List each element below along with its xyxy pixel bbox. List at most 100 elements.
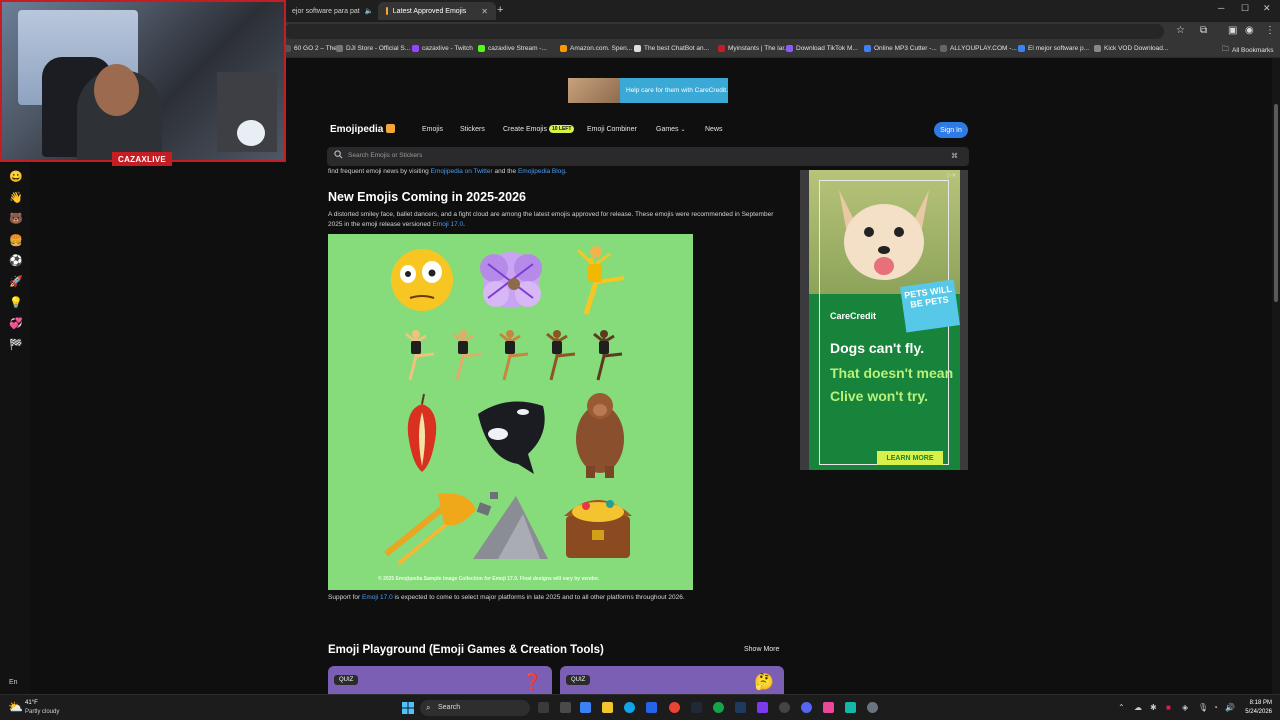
bookmark-label: El mejor software p... <box>1028 45 1090 52</box>
xbox-icon[interactable] <box>713 702 724 713</box>
bookmark-item[interactable]: Download TikTok M... <box>786 45 858 52</box>
trombone-emoji-icon <box>384 493 476 566</box>
taskbar-clock[interactable]: 8:18 PM <box>1240 700 1272 706</box>
bookmark-label: Amazon.com. Spen... <box>570 45 633 52</box>
chrome-icon[interactable] <box>669 702 680 713</box>
profile-icon[interactable]: ◉ <box>1245 25 1254 36</box>
wifi-icon[interactable]: ◔ <box>1213 703 1218 712</box>
learn-more-button[interactable]: LEARN MORE <box>877 451 943 465</box>
close-tab-icon[interactable]: ✕ <box>481 7 488 16</box>
preview-caption: © 2025 Emojipedia Sample Image Collectio… <box>378 576 600 582</box>
discord-icon[interactable] <box>801 702 812 713</box>
flags-category-icon[interactable]: 🏁 <box>9 338 23 351</box>
smileys-category-icon[interactable]: 😀 <box>9 170 23 183</box>
adchoices-icon[interactable]: ▷✕ <box>947 172 957 179</box>
people-category-icon[interactable]: 👋 <box>9 191 23 204</box>
bookmark-item[interactable]: The best ChatBot an... <box>634 45 709 52</box>
nav-news[interactable]: News <box>705 126 723 133</box>
nav-emojis[interactable]: Emojis <box>422 126 443 133</box>
site-logo[interactable]: Emojipedia <box>330 124 396 135</box>
animals-category-icon[interactable]: 🐻 <box>9 212 23 225</box>
blog-link[interactable]: Emojipedia Blog <box>518 168 565 175</box>
app-icon[interactable] <box>691 702 702 713</box>
settings-icon[interactable] <box>867 702 878 713</box>
top-banner-ad[interactable]: Help care for them with CareCredit. <box>568 78 728 103</box>
search-keyboard-icon[interactable]: ⌘ <box>951 152 958 160</box>
new-emojis-preview-image[interactable] <box>328 234 693 590</box>
bluetooth-icon[interactable]: ✱ <box>1150 703 1157 712</box>
treasure-chest-emoji-icon <box>564 500 632 558</box>
taskbar-search[interactable] <box>420 700 530 716</box>
address-bar[interactable] <box>284 24 1164 39</box>
app-icon[interactable] <box>757 702 768 713</box>
bookmark-item[interactable]: Amazon.com. Spen... <box>560 45 632 52</box>
bookmark-item[interactable]: ALLYOUPLAY.COM -... <box>940 45 1017 52</box>
bookmark-item[interactable]: DJI Store - Official S... <box>336 45 410 52</box>
app-icon[interactable] <box>560 702 571 713</box>
nav-emoji-combiner[interactable]: Emoji Combiner <box>587 126 637 133</box>
app-icon[interactable] <box>580 702 591 713</box>
twitter-link[interactable]: Emojipedia on Twitter <box>431 168 493 175</box>
file-explorer-icon[interactable] <box>602 702 613 713</box>
taskbar-date[interactable]: 5/24/2026 <box>1232 709 1272 715</box>
emoji-search-bar[interactable] <box>327 147 969 166</box>
emoji-17-support-link[interactable]: Emoji 17.0 <box>362 594 393 601</box>
app-icon[interactable] <box>845 702 856 713</box>
travel-category-icon[interactable]: 🚀 <box>9 275 23 288</box>
edge-icon[interactable] <box>624 702 635 713</box>
tray-overflow-icon[interactable]: ⌃ <box>1118 703 1125 712</box>
bookmark-item[interactable]: cazaxlive Stream -... <box>478 45 547 52</box>
weather-desc[interactable]: Partly cloudy <box>25 709 59 715</box>
windows-start-icon[interactable] <box>402 702 414 714</box>
task-view-icon[interactable] <box>538 702 549 713</box>
obs-icon[interactable] <box>779 702 790 713</box>
chevron-down-icon: ⌄ <box>680 127 686 133</box>
activities-category-icon[interactable]: ⚽ <box>9 254 23 267</box>
tray-app-icon[interactable]: ☁ <box>1134 703 1142 712</box>
browser-tab-active[interactable]: Latest Approved Emojis ✕ <box>378 2 496 20</box>
steam-icon[interactable] <box>735 702 746 713</box>
language-indicator[interactable]: En <box>9 679 18 686</box>
show-more-link[interactable]: Show More <box>744 646 779 653</box>
emoji-17-link[interactable]: Emoji 17.0 <box>432 221 463 228</box>
tiktok-icon[interactable] <box>823 702 834 713</box>
weather-temp[interactable]: 41°F <box>25 700 38 706</box>
objects-category-icon[interactable]: 💡 <box>9 296 23 309</box>
menu-icon[interactable]: ⋮ <box>1265 25 1275 36</box>
microphone-icon[interactable]: 🎙 <box>1198 703 1208 712</box>
bookmark-item[interactable]: El mejor software p... <box>1018 45 1089 52</box>
extensions-icon[interactable]: ⧉ <box>1200 25 1207 36</box>
bookmark-item[interactable]: cazaxlive - Twitch <box>412 45 473 52</box>
close-window-icon[interactable]: ✕ <box>1263 3 1271 14</box>
extension-icon[interactable]: ▣ <box>1228 25 1237 36</box>
webcam-streamer-head <box>94 64 139 116</box>
store-icon[interactable] <box>646 702 657 713</box>
tray-app-icon[interactable]: ◈ <box>1182 703 1188 712</box>
minimize-icon[interactable]: ─ <box>1218 3 1224 13</box>
bookmark-favicon-icon <box>634 45 641 52</box>
nav-games[interactable]: Games ⌄ <box>656 126 686 133</box>
maximize-icon[interactable]: ☐ <box>1241 3 1249 14</box>
search-input[interactable]: Search Emojis or Stickers <box>348 152 422 159</box>
sign-in-button[interactable]: Sign In <box>934 122 968 138</box>
quiz-card[interactable]: QUIZ ❓ <box>328 666 552 694</box>
browser-tab[interactable]: ejor software para pat 🔈 ✕ <box>284 2 395 20</box>
bookmark-item[interactable]: Online MP3 Cutter -... <box>864 45 937 52</box>
bookmark-item[interactable]: 60 GO 2 – The.. <box>284 45 341 52</box>
symbols-category-icon[interactable]: 💞 <box>9 317 23 330</box>
tray-app-icon[interactable]: ■ <box>1166 703 1171 712</box>
nav-stickers[interactable]: Stickers <box>460 126 485 133</box>
new-tab-icon[interactable]: + <box>497 4 503 16</box>
weather-icon[interactable]: ⛅ <box>8 700 23 714</box>
ad-text: Help care for them with CareCredit. <box>626 86 728 94</box>
bookmark-item[interactable]: Kick VOD Download... <box>1094 45 1168 52</box>
food-category-icon[interactable]: 🍔 <box>9 234 23 247</box>
windows-taskbar <box>0 694 1280 720</box>
all-bookmarks-button[interactable]: 🗀 All Bookmarks <box>1222 45 1274 56</box>
mute-icon[interactable]: 🔈 <box>365 7 374 15</box>
bookmark-star-icon[interactable]: ☆ <box>1176 25 1185 36</box>
quiz-card[interactable]: QUIZ 🤔 <box>560 666 784 694</box>
nav-create-emojis[interactable]: Create Emojis 10 LEFT <box>503 125 575 133</box>
bookmark-item[interactable]: Myinstants | The lar... <box>718 45 790 52</box>
page-scrollbar-thumb[interactable] <box>1274 104 1278 302</box>
